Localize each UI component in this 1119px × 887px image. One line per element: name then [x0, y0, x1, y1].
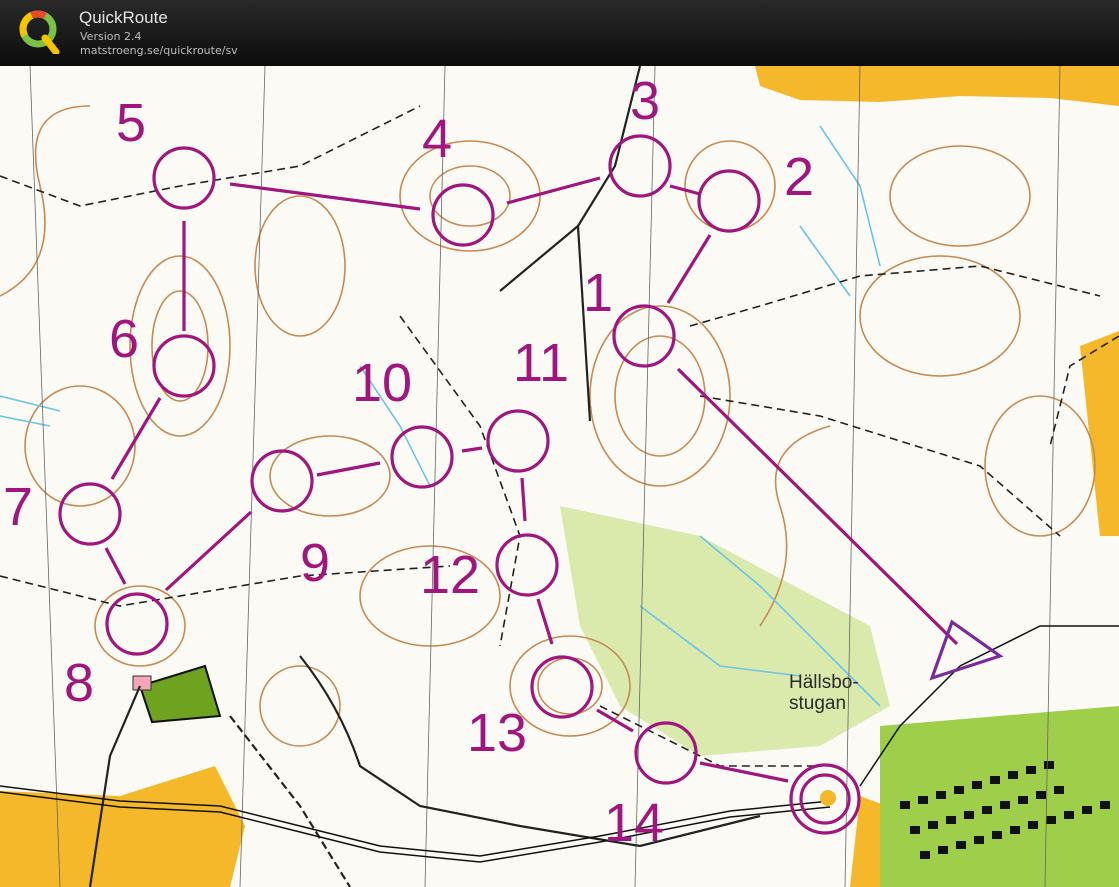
open-land-southwest — [0, 766, 245, 887]
control-number-14: 14 — [604, 793, 665, 853]
control-number-6: 6 — [109, 309, 140, 369]
finish-marker — [820, 790, 836, 806]
place-label-line1: Hällsbo- — [789, 672, 859, 693]
control-number-11: 11 — [513, 333, 570, 393]
app-title: QuickRoute — [79, 8, 168, 27]
app-url[interactable]: matstroeng.se/quickroute/sv — [80, 44, 238, 57]
control-number-7: 7 — [3, 477, 34, 537]
control-number-2: 2 — [784, 147, 815, 207]
control-number-8: 8 — [64, 653, 95, 713]
open-land-north — [755, 66, 1119, 106]
control-number-10: 10 — [352, 353, 413, 413]
control-number-4: 4 — [422, 109, 453, 169]
quickroute-logo-icon — [19, 10, 60, 54]
quickroute-window: QuickRoute Version 2.4 matstroeng.se/qui… — [0, 0, 1119, 887]
building-pink — [132, 675, 152, 691]
orienteering-map[interactable]: 1 2 3 4 5 6 7 8 9 10 11 12 13 14 Hällsbo… — [0, 66, 1119, 887]
title-bar: QuickRoute Version 2.4 matstroeng.se/qui… — [0, 0, 1119, 67]
control-number-12: 12 — [420, 545, 481, 605]
map-canvas — [0, 66, 1119, 887]
control-number-1: 1 — [583, 263, 614, 323]
control-number-5: 5 — [116, 93, 147, 153]
green-area — [880, 706, 1119, 887]
control-number-3: 3 — [630, 71, 661, 131]
place-label-line2: stugan — [789, 693, 847, 714]
app-version: Version 2.4 — [80, 30, 142, 43]
control-number-9: 9 — [300, 533, 331, 593]
place-label: Hällsbo- stugan — [789, 672, 859, 714]
sports-field — [138, 664, 222, 724]
control-number-13: 13 — [467, 703, 528, 763]
